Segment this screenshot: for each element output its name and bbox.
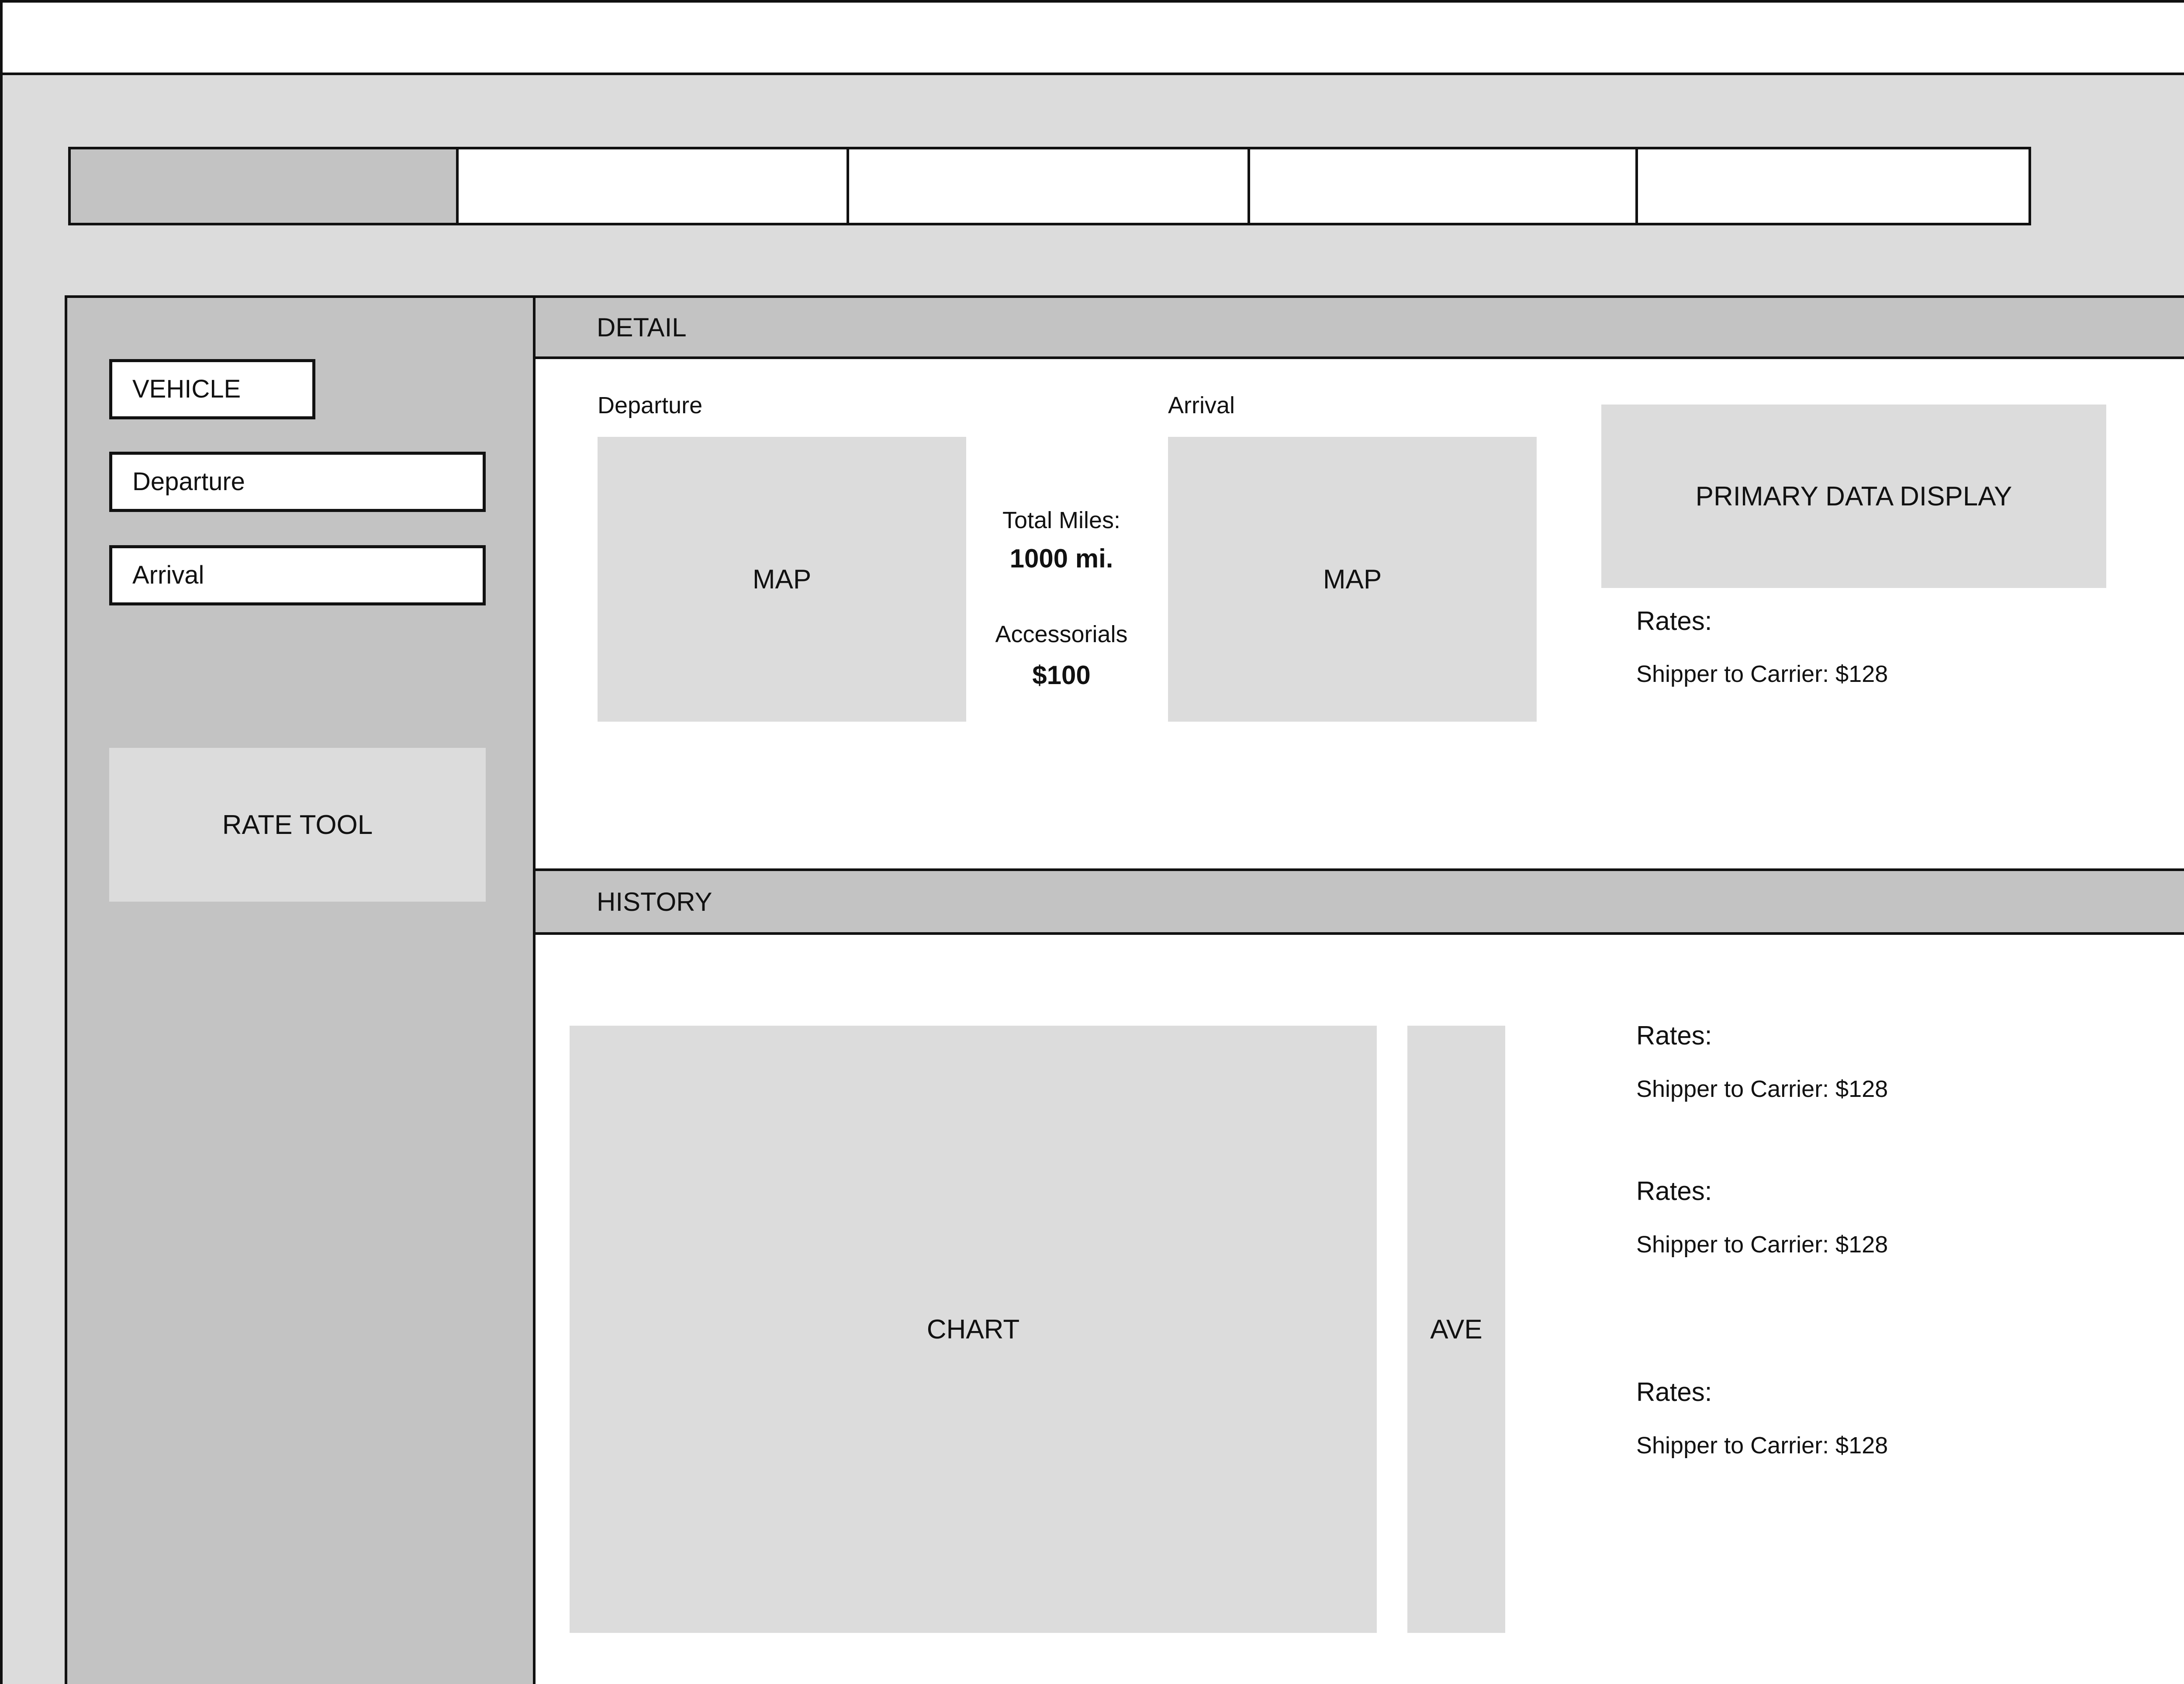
arrival-field[interactable]: Arrival: [109, 545, 486, 605]
detail-title: DETAIL: [597, 312, 687, 342]
title-bar: [3, 3, 2184, 75]
arrival-map[interactable]: MAP: [1168, 437, 1537, 722]
history-section-header: HISTORY: [536, 868, 2184, 935]
rate-tool-label: RATE TOOL: [222, 809, 373, 840]
tab-2[interactable]: [459, 149, 849, 223]
history-rates-label-2: Rates:: [1636, 1176, 1712, 1206]
main-panel: VEHICLE Departure Arrival RATE TOOL DETA…: [65, 295, 2184, 1684]
total-miles-value: 1000 mi.: [1009, 544, 1113, 573]
departure-map-label: Departure: [598, 392, 703, 418]
tab-1[interactable]: [71, 149, 459, 223]
departure-map[interactable]: MAP: [598, 437, 966, 722]
accessorials-value: $100: [1032, 660, 1091, 690]
arrival-map-label: Arrival: [1168, 392, 1235, 418]
primary-data-display: PRIMARY DATA DISPLAY: [1601, 405, 2106, 588]
accessorials-label: Accessorials: [995, 621, 1128, 647]
departure-field-label: Departure: [132, 467, 245, 496]
vehicle-label: VEHICLE: [132, 375, 241, 403]
arrival-map-text: MAP: [1323, 564, 1382, 595]
history-rates-value-1: Shipper to Carrier: $128: [1636, 1076, 1888, 1102]
detail-rates-value: Shipper to Carrier: $128: [1636, 661, 1888, 687]
tab-3[interactable]: [849, 149, 1250, 223]
detail-rates-label: Rates:: [1636, 606, 1712, 636]
vehicle-button[interactable]: VEHICLE: [109, 359, 315, 419]
history-rates-label-1: Rates:: [1636, 1021, 1712, 1050]
rate-tool-button[interactable]: RATE TOOL: [109, 748, 486, 902]
sidebar: VEHICLE Departure Arrival RATE TOOL: [67, 298, 536, 1684]
average-text: AVE: [1430, 1314, 1482, 1345]
departure-map-text: MAP: [752, 564, 812, 595]
departure-field[interactable]: Departure: [109, 452, 486, 512]
history-title: HISTORY: [597, 887, 712, 916]
arrival-field-label: Arrival: [132, 561, 204, 589]
total-miles-label: Total Miles:: [1002, 507, 1121, 533]
history-chart-text: CHART: [926, 1314, 1020, 1345]
history-rates-value-3: Shipper to Carrier: $128: [1636, 1432, 1888, 1459]
primary-data-display-text: PRIMARY DATA DISPLAY: [1695, 481, 2012, 512]
total-miles-block: Total Miles: 1000 mi. Accessorials $100: [978, 507, 1144, 690]
tab-bar: [68, 147, 2031, 225]
history-rates-label-3: Rates:: [1636, 1377, 1712, 1407]
tab-4[interactable]: [1250, 149, 1638, 223]
app-window: VEHICLE Departure Arrival RATE TOOL DETA…: [0, 0, 2184, 1684]
detail-section-header: DETAIL: [536, 298, 2184, 359]
average-panel: AVE: [1407, 1026, 1505, 1633]
history-rates-value-2: Shipper to Carrier: $128: [1636, 1231, 1888, 1258]
history-chart: CHART: [570, 1026, 1377, 1633]
tab-5[interactable]: [1638, 149, 2028, 223]
